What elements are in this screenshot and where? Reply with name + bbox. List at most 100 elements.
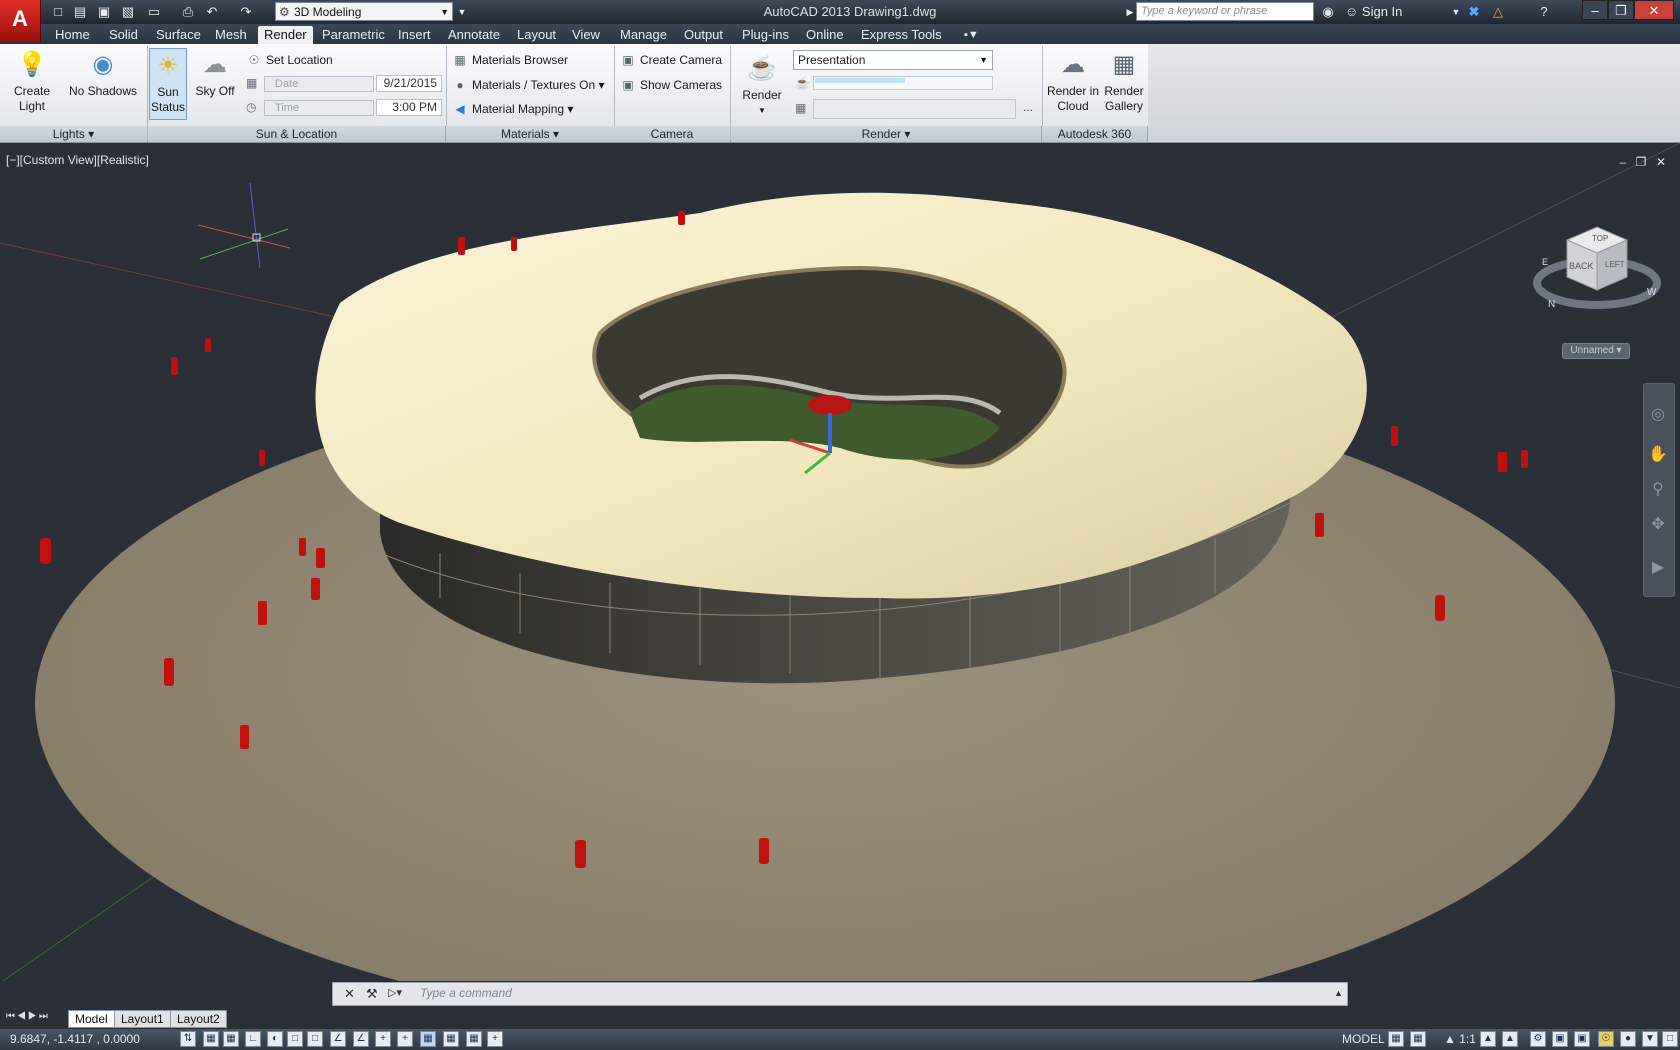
lineweight-icon[interactable]: + xyxy=(397,1031,413,1047)
selection-cycling-icon[interactable]: ▦ xyxy=(466,1031,482,1047)
customize-qat-icon[interactable]: ▼ xyxy=(454,4,470,20)
create-camera-button[interactable]: ▣ Create Camera xyxy=(620,51,722,69)
binoculars-icon[interactable]: ◉ xyxy=(1320,4,1336,20)
plot-icon[interactable]: ⎙ xyxy=(180,4,196,20)
time-field[interactable]: 3:00 PM xyxy=(376,99,442,116)
object-snap-tracking-icon[interactable]: ∠ xyxy=(330,1031,346,1047)
app-menu-button[interactable]: A xyxy=(0,0,41,42)
new-icon[interactable]: □ xyxy=(50,4,66,20)
save-icon[interactable]: ▣ xyxy=(96,4,112,20)
tab-annotate[interactable]: Annotate xyxy=(442,26,506,44)
tab-plugins[interactable]: Plug-ins xyxy=(736,26,795,44)
time-slider[interactable]: Time xyxy=(264,100,374,116)
status-menu-icon[interactable]: ▼ xyxy=(1642,1031,1658,1047)
ortho-mode-icon[interactable]: ∟ xyxy=(245,1031,261,1047)
render-output-more-button[interactable]: ... xyxy=(1018,100,1038,118)
no-shadows-button[interactable]: ◉ No Shadows xyxy=(66,50,140,99)
tab-model[interactable]: Model xyxy=(68,1010,115,1028)
tab-solid[interactable]: Solid xyxy=(103,26,144,44)
compass-east[interactable]: E xyxy=(1542,257,1548,267)
lock-icon[interactable]: ▣ xyxy=(1552,1031,1568,1047)
save-as-icon[interactable]: ▧ xyxy=(120,4,136,20)
tab-view[interactable]: View xyxy=(566,26,606,44)
workspace-switching-icon[interactable]: ⚙ xyxy=(1530,1031,1546,1047)
open-icon[interactable]: ▤ xyxy=(72,4,88,20)
tab-layout[interactable]: Layout xyxy=(511,26,562,44)
orbit-icon[interactable]: ✥ xyxy=(1648,515,1668,535)
auto-scale-icon[interactable]: ▲ xyxy=(1502,1031,1518,1047)
compass-west[interactable]: W xyxy=(1647,287,1657,298)
apps-icon[interactable]: △ xyxy=(1490,4,1506,20)
sun-status-button[interactable]: ☀ Sun Status xyxy=(149,48,187,120)
center-object[interactable] xyxy=(808,395,852,415)
set-location-button[interactable]: ☉ Set Location xyxy=(246,51,333,69)
transparency-icon[interactable]: ▦ xyxy=(420,1031,436,1047)
render-in-cloud-button[interactable]: ☁ Render in Cloud xyxy=(1046,50,1100,114)
compass-north[interactable]: N xyxy=(1548,299,1555,310)
hardware-acceleration-icon[interactable]: ▣ xyxy=(1574,1031,1590,1047)
tab-express-tools[interactable]: Express Tools xyxy=(855,26,948,44)
tab-output[interactable]: Output xyxy=(678,26,729,44)
quick-view-drawings-icon[interactable]: ▦ xyxy=(1410,1031,1426,1047)
lights-panel-title[interactable]: Lights ▾ xyxy=(0,126,148,142)
tab-online[interactable]: Online xyxy=(800,26,850,44)
viewport-minimize-button[interactable]: – xyxy=(1616,155,1630,169)
minimize-button[interactable]: – xyxy=(1582,0,1608,20)
command-history-icon[interactable]: ▲ xyxy=(1334,988,1343,998)
restore-button[interactable]: ❐ xyxy=(1608,0,1634,20)
undo-icon[interactable]: ↶ xyxy=(204,4,220,20)
render-output-field[interactable] xyxy=(813,99,1016,119)
create-light-button[interactable]: 💡 Create Light xyxy=(8,50,56,114)
dynamic-ucs-icon[interactable]: ∠ xyxy=(353,1031,369,1047)
materials-textures-button[interactable]: ● Materials / Textures On ▾ xyxy=(452,76,604,94)
exchange-icon[interactable]: ✖ xyxy=(1466,4,1482,20)
annotation-monitor-icon[interactable]: + xyxy=(487,1031,503,1047)
annotation-scale[interactable]: ▲ 1:1 xyxy=(1444,1032,1476,1046)
tab-layout1[interactable]: Layout1 xyxy=(114,1010,171,1028)
materials-browser-button[interactable]: ▦ Materials Browser xyxy=(452,51,568,69)
model-space-toggle[interactable]: MODEL xyxy=(1342,1032,1385,1046)
render-panel-title[interactable]: Render ▾ xyxy=(731,126,1042,142)
command-input[interactable]: Type a command xyxy=(420,986,512,1000)
tab-render[interactable]: Render xyxy=(258,26,313,44)
wrench-icon[interactable]: ⚒ xyxy=(366,986,378,1002)
material-mapping-button[interactable]: ◀ Material Mapping ▾ xyxy=(452,100,573,118)
viewport-close-button[interactable]: ✕ xyxy=(1654,155,1668,169)
help-icon[interactable]: ? xyxy=(1536,4,1552,20)
bulb-icon[interactable]: ● xyxy=(1620,1031,1636,1047)
tab-insert[interactable]: Insert xyxy=(392,26,437,44)
close-command-icon[interactable]: ✕ xyxy=(344,986,355,1002)
materials-panel-title[interactable]: Materials ▾ xyxy=(446,126,615,142)
clean-screen-icon[interactable]: □ xyxy=(1662,1031,1678,1047)
render-gallery-button[interactable]: ▦ Render Gallery xyxy=(1100,50,1148,114)
drawing-viewport[interactable] xyxy=(0,143,1680,981)
polar-tracking-icon[interactable]: ◐ xyxy=(267,1031,283,1047)
tab-parametric[interactable]: Parametric xyxy=(316,26,391,44)
isolate-objects-icon[interactable]: ☉ xyxy=(1598,1031,1614,1047)
tab-layout2[interactable]: Layout2 xyxy=(170,1010,227,1028)
date-field[interactable]: 9/21/2015 xyxy=(376,75,442,92)
sign-in-button[interactable]: ☺ Sign In xyxy=(1345,4,1402,19)
dynamic-input-icon[interactable]: + xyxy=(375,1031,391,1047)
named-view-menu[interactable]: Unnamed ▾ xyxy=(1562,343,1630,359)
quick-view-layouts-icon[interactable]: ▦ xyxy=(1388,1031,1404,1047)
tab-manage[interactable]: Manage xyxy=(614,26,673,44)
viewport-restore-button[interactable]: ❐ xyxy=(1634,155,1648,169)
render-button[interactable]: ☕ Render ▼ xyxy=(740,54,784,118)
workspace-select[interactable]: ⚙ 3D Modeling ▼ xyxy=(275,2,453,21)
tab-surface[interactable]: Surface xyxy=(150,26,207,44)
command-prompt-icon[interactable]: ▷▾ xyxy=(388,986,402,999)
3d-object-snap-icon[interactable]: □ xyxy=(307,1031,323,1047)
close-window-button[interactable]: ✕ xyxy=(1634,0,1674,20)
sun-location-panel-title[interactable]: Sun & Location xyxy=(148,126,446,142)
quick-properties-icon[interactable]: ▦ xyxy=(443,1031,459,1047)
redo-icon[interactable]: ↷ xyxy=(238,4,254,20)
coordinate-readout[interactable]: 9.6847, -1.4117 , 0.0000 xyxy=(10,1032,140,1046)
showmotion-icon[interactable]: ▶ xyxy=(1648,558,1668,578)
camera-toggle-icon[interactable]: ▪▼ xyxy=(958,26,985,44)
layout-nav-arrows-icon[interactable]: ⏮◀▶⏭ xyxy=(6,1011,50,1022)
object-snap-icon[interactable]: □ xyxy=(287,1031,303,1047)
zoom-icon[interactable]: ⚲ xyxy=(1648,480,1668,500)
grid-display-icon[interactable]: ▦ xyxy=(223,1031,239,1047)
publish-icon[interactable]: ▭ xyxy=(146,4,162,20)
